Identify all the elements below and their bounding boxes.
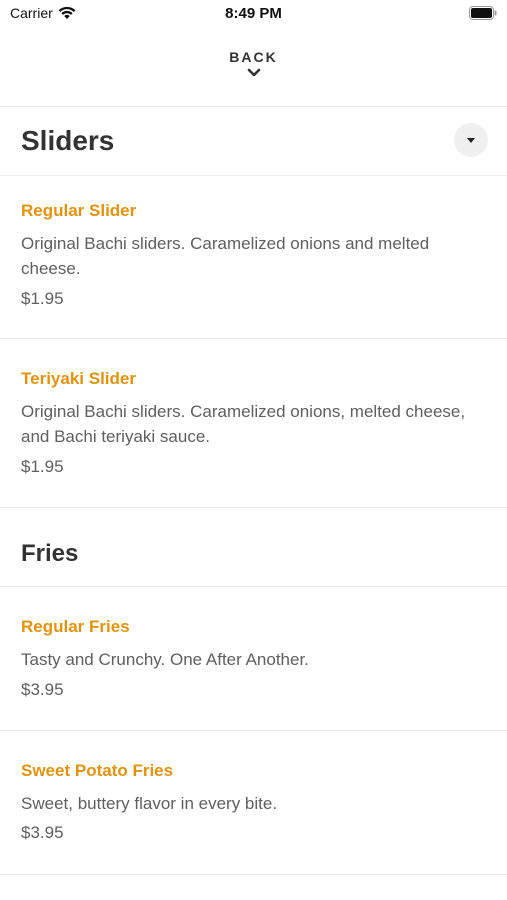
menu-item-regular-fries[interactable]: Regular Fries Tasty and Crunchy. One Aft… <box>0 587 507 730</box>
item-description: Sweet, buttery flavor in every bite. <box>21 794 278 813</box>
item-price: $3.95 <box>21 823 64 842</box>
item-name: Sweet Potato Fries <box>21 761 174 780</box>
section-title: Fries <box>21 540 79 567</box>
section-title: Sliders <box>21 125 115 156</box>
item-price: $1.95 <box>21 457 64 476</box>
item-description: Original Bachi sliders. Caramelized onio… <box>21 234 430 278</box>
item-description: Original Bachi sliders. Caramelized onio… <box>21 402 466 446</box>
menu-item-sweet-potato-fries[interactable]: Sweet Potato Fries Sweet, buttery flavor… <box>0 731 507 874</box>
section-header-fries: Fries <box>0 508 507 586</box>
chevron-down-icon <box>247 68 260 77</box>
clock: 8:49 PM <box>225 5 282 22</box>
divider <box>0 874 507 875</box>
back-button[interactable]: BACK <box>0 48 507 94</box>
item-name: Regular Slider <box>21 201 137 220</box>
collapse-button[interactable] <box>454 123 488 157</box>
item-name: Teriyaki Slider <box>21 369 136 388</box>
battery-icon <box>469 6 497 20</box>
menu-item-regular-slider[interactable]: Regular Slider Original Bachi sliders. C… <box>0 176 507 338</box>
caret-down-icon <box>467 137 475 143</box>
item-description: Tasty and Crunchy. One After Another. <box>21 650 309 669</box>
item-name: Regular Fries <box>21 617 130 636</box>
item-price: $3.95 <box>21 680 64 699</box>
section-header-sliders: Sliders <box>0 107 507 175</box>
item-price: $1.95 <box>21 289 64 308</box>
status-bar: Carrier 8:49 PM <box>0 0 507 28</box>
back-label: BACK <box>229 49 278 65</box>
menu-item-teriyaki-slider[interactable]: Teriyaki Slider Original Bachi sliders. … <box>0 339 507 507</box>
